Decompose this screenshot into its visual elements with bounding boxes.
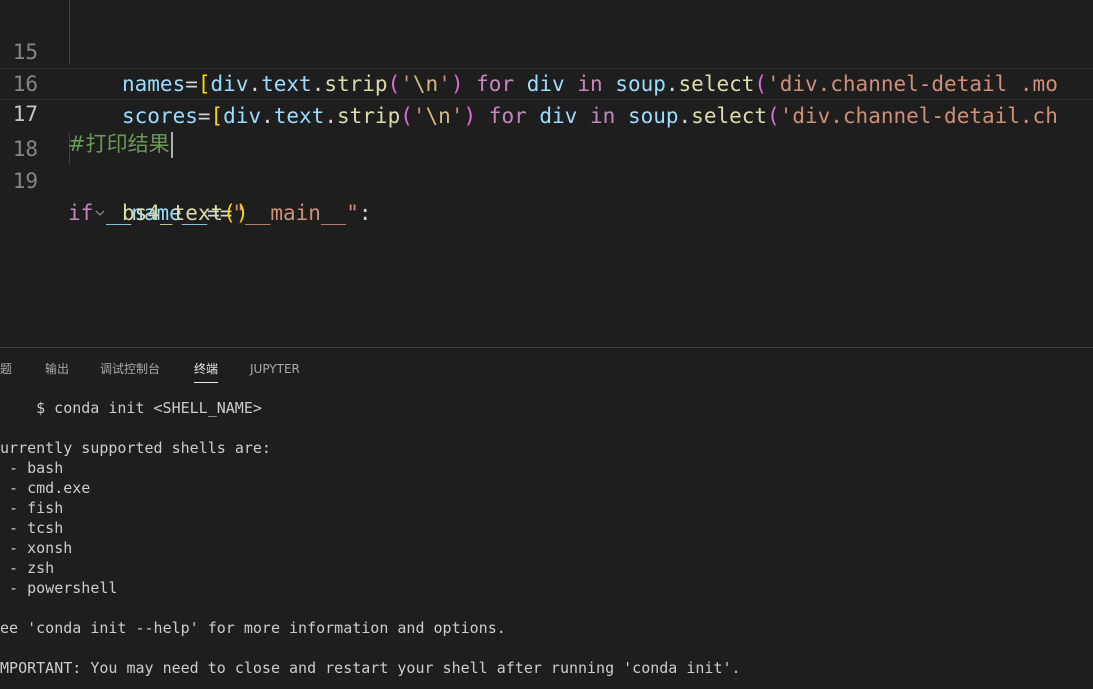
tab-terminal[interactable]: 终端 [194,360,219,383]
terminal-line: - cmd.exe [0,479,91,497]
tab-problems[interactable]: 问题 [0,360,12,382]
code-text[interactable]: bs4_text() [122,197,248,229]
terminal-line: - tcsh [9,519,64,537]
terminal-line: IMPORTANT: You may need to close and res… [0,659,741,677]
token: bs4_text [122,201,224,225]
token: : [358,201,372,225]
bottom-panel: 问题 输出 调试控制台 终端 JUPYTER $ conda init <SHE… [0,347,1093,689]
code-line[interactable]: 18 if __name__=="__main__": [0,101,1093,225]
terminal-line: $ conda init <SHELL_NAME> [0,399,262,417]
terminal-line: - zsh [9,559,55,577]
code-line[interactable]: 16 scores=[div.text.strip('\n') for div … [0,36,1093,128]
token: if [68,201,94,225]
terminal-line: See 'conda init --help' for more informa… [0,619,506,637]
token: "__main__" [232,201,359,225]
tab-jupyter[interactable]: JUPYTER [250,360,300,382]
token: ( [223,201,236,225]
code-editor[interactable]: 15 names=[div.text.strip('\n') for div i… [0,0,1093,347]
terminal-line: Currently supported shells are: [0,439,271,457]
tab-output[interactable]: 输出 [45,360,69,382]
terminal-line: - xonsh [9,539,73,557]
terminal-line: - powershell [0,579,118,597]
token: ) [235,201,249,225]
code-line[interactable]: 15 names=[div.text.strip('\n') for div i… [0,4,1093,96]
tab-debug-console[interactable]: 调试控制台 [100,360,160,382]
code-line[interactable]: 19 bs4_text() [0,133,1093,225]
code-line-current[interactable]: 17 #打印结果 [0,68,1093,158]
line-number: 19 [12,169,38,193]
terminal-line: - fish [9,499,64,517]
terminal-line: - bash [9,459,64,477]
